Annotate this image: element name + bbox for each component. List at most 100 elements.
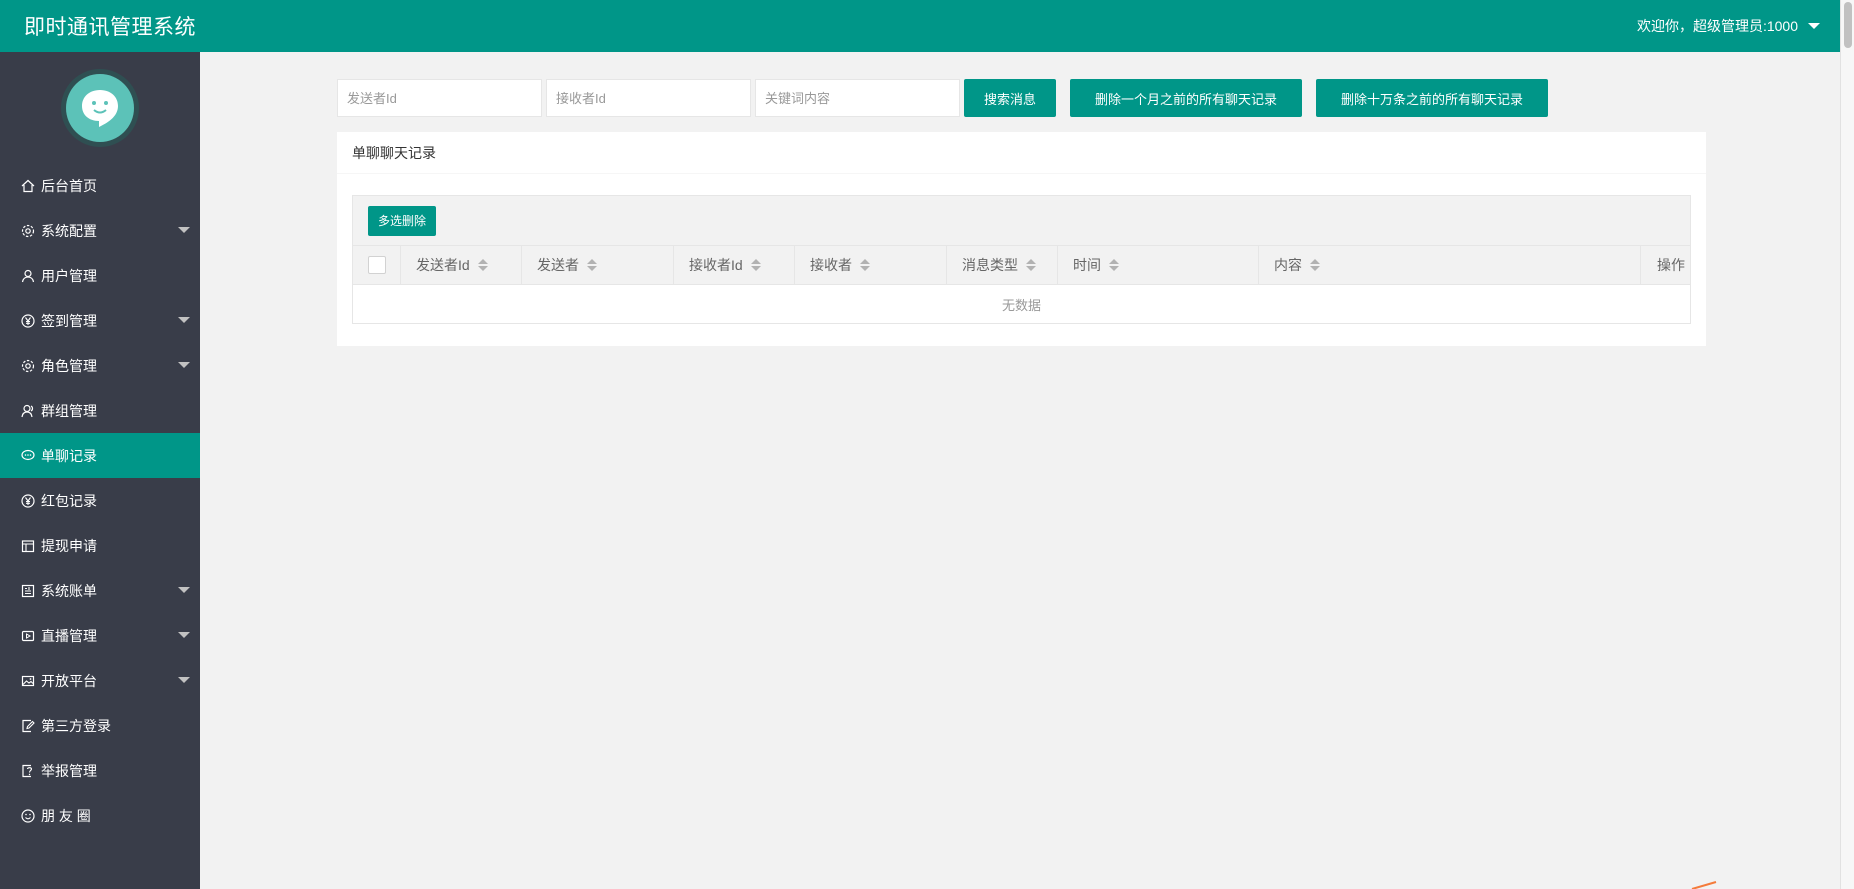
- sidebar-item-label: 后台首页: [41, 177, 97, 194]
- empty-state: 无数据: [1001, 297, 1041, 313]
- column-label: 接收者: [810, 257, 852, 273]
- sort-icon[interactable]: [587, 259, 597, 271]
- logo-avatar: [61, 69, 139, 147]
- sort-icon[interactable]: [860, 259, 870, 271]
- receiver-id-input[interactable]: [546, 79, 751, 117]
- column-receiver-id[interactable]: 接收者Id: [674, 246, 795, 284]
- chat-records-card: 单聊聊天记录 多选删除 发送者Id 发送者 接收者Id 接收者 消息类型 时间 …: [337, 132, 1706, 346]
- select-all-cell: [353, 246, 401, 284]
- sidebar-item-roles[interactable]: 角色管理: [0, 343, 200, 388]
- chevron-down-icon: [178, 317, 190, 323]
- sidebar-item-red-packets[interactable]: 红包记录: [0, 478, 200, 523]
- sort-icon[interactable]: [477, 259, 488, 271]
- user-icon: [20, 268, 36, 284]
- sidebar-item-label: 角色管理: [41, 357, 97, 374]
- gear-icon: [20, 223, 36, 239]
- sidebar-item-label: 直播管理: [41, 627, 97, 644]
- chat-records-table: 多选删除 发送者Id 发送者 接收者Id 接收者 消息类型 时间 内容 操作 无…: [352, 195, 1691, 324]
- sidebar-item-label: 用户管理: [41, 267, 97, 284]
- chevron-down-icon: [178, 587, 190, 593]
- sidebar-item-label: 单聊记录: [41, 447, 97, 464]
- chevron-down-icon: [178, 677, 190, 683]
- sidebar-item-label: 签到管理: [41, 312, 97, 329]
- sidebar-item-label: 提现申请: [41, 537, 97, 554]
- corner-mark-icon: [1691, 881, 1717, 889]
- column-receiver[interactable]: 接收者: [795, 246, 947, 284]
- column-label: 内容: [1274, 257, 1302, 273]
- sidebar-item-system-config[interactable]: 系统配置: [0, 208, 200, 253]
- chevron-down-icon: [1808, 23, 1820, 29]
- yen-icon: [20, 493, 36, 509]
- chevron-down-icon: [178, 632, 190, 638]
- column-actions: 操作: [1641, 246, 1690, 284]
- chat-bubble-logo-icon: [66, 74, 134, 142]
- group-icon: [20, 403, 36, 419]
- chevron-down-icon: [178, 227, 190, 233]
- top-header: 即时通讯管理系统 欢迎你，超级管理员:1000: [0, 0, 1840, 52]
- sidebar-item-home[interactable]: 后台首页: [0, 163, 200, 208]
- sidebar-item-label: 朋 友 圈: [41, 807, 91, 824]
- sidebar-nav: 后台首页 系统配置 用户管理 签到管理 角色管理 群组管理 单聊记录 红包记录 …: [0, 163, 200, 838]
- select-all-checkbox[interactable]: [367, 256, 386, 274]
- keyword-input[interactable]: [755, 79, 960, 117]
- sidebar-item-label: 群组管理: [41, 402, 97, 419]
- sidebar-item-third-party-login[interactable]: 第三方登录: [0, 703, 200, 748]
- sidebar-item-withdrawals[interactable]: 提现申请: [0, 523, 200, 568]
- sender-id-input[interactable]: [337, 79, 542, 117]
- sidebar-item-system-bills[interactable]: 系统账单: [0, 568, 200, 613]
- page-scrollbar[interactable]: [1840, 0, 1854, 889]
- column-sender[interactable]: 发送者: [522, 246, 674, 284]
- column-label: 接收者Id: [689, 257, 743, 273]
- column-label: 操作: [1657, 257, 1685, 273]
- sidebar: 后台首页 系统配置 用户管理 签到管理 角色管理 群组管理 单聊记录 红包记录 …: [0, 52, 200, 889]
- column-label: 发送者Id: [416, 257, 470, 273]
- search-messages-button[interactable]: 搜索消息: [964, 79, 1056, 117]
- sidebar-item-label: 举报管理: [41, 762, 97, 779]
- edit-icon: [20, 718, 36, 734]
- column-time[interactable]: 时间: [1058, 246, 1259, 284]
- sidebar-item-label: 第三方登录: [41, 717, 111, 734]
- scrollbar-thumb[interactable]: [1844, 2, 1852, 48]
- user-greeting: 欢迎你，超级管理员:1000: [1636, 18, 1798, 34]
- sort-icon[interactable]: [750, 259, 761, 271]
- help-icon: [20, 763, 36, 779]
- sidebar-item-reports[interactable]: 举报管理: [0, 748, 200, 793]
- column-message-type[interactable]: 消息类型: [947, 246, 1058, 284]
- sort-icon[interactable]: [1310, 259, 1320, 271]
- chevron-down-icon: [178, 362, 190, 368]
- sidebar-item-open-platform[interactable]: 开放平台: [0, 658, 200, 703]
- sidebar-item-users[interactable]: 用户管理: [0, 253, 200, 298]
- calendar-icon: [20, 538, 36, 554]
- delete-month-old-button[interactable]: 删除一个月之前的所有聊天记录: [1070, 79, 1302, 117]
- sidebar-item-label: 系统账单: [41, 582, 97, 599]
- table-header-row: 发送者Id 发送者 接收者Id 接收者 消息类型 时间 内容 操作: [353, 246, 1690, 285]
- user-menu[interactable]: 欢迎你，超级管理员:1000: [1637, 16, 1820, 36]
- main-content: 搜索消息 删除一个月之前的所有聊天记录 删除十万条之前的所有聊天记录 单聊聊天记…: [200, 52, 1840, 889]
- sort-icon[interactable]: [1109, 259, 1119, 271]
- sort-icon[interactable]: [1026, 259, 1036, 271]
- chat-icon: [20, 448, 36, 464]
- sidebar-item-label: 红包记录: [41, 492, 97, 509]
- home-icon: [20, 178, 36, 194]
- batch-delete-button[interactable]: 多选删除: [368, 205, 437, 236]
- smile-icon: [20, 808, 36, 824]
- column-sender-id[interactable]: 发送者Id: [401, 246, 522, 284]
- image-icon: [20, 673, 36, 689]
- sidebar-item-single-chat[interactable]: 单聊记录: [0, 433, 200, 478]
- column-label: 消息类型: [962, 257, 1018, 273]
- sidebar-item-label: 开放平台: [41, 672, 97, 689]
- app-title: 即时通讯管理系统: [24, 16, 196, 39]
- column-content[interactable]: 内容: [1259, 246, 1641, 284]
- sidebar-item-groups[interactable]: 群组管理: [0, 388, 200, 433]
- sidebar-item-live[interactable]: 直播管理: [0, 613, 200, 658]
- search-toolbar: 搜索消息 删除一个月之前的所有聊天记录 删除十万条之前的所有聊天记录: [337, 79, 1548, 117]
- table-toolbar: 多选删除: [353, 196, 1690, 246]
- column-label: 时间: [1073, 257, 1101, 273]
- sidebar-item-signin[interactable]: 签到管理: [0, 298, 200, 343]
- sidebar-item-label: 系统配置: [41, 222, 97, 239]
- column-label: 发送者: [537, 257, 579, 273]
- delete-100k-old-button[interactable]: 删除十万条之前的所有聊天记录: [1316, 79, 1548, 117]
- video-icon: [20, 628, 36, 644]
- sidebar-item-moments[interactable]: 朋 友 圈: [0, 793, 200, 838]
- card-title: 单聊聊天记录: [337, 132, 1706, 174]
